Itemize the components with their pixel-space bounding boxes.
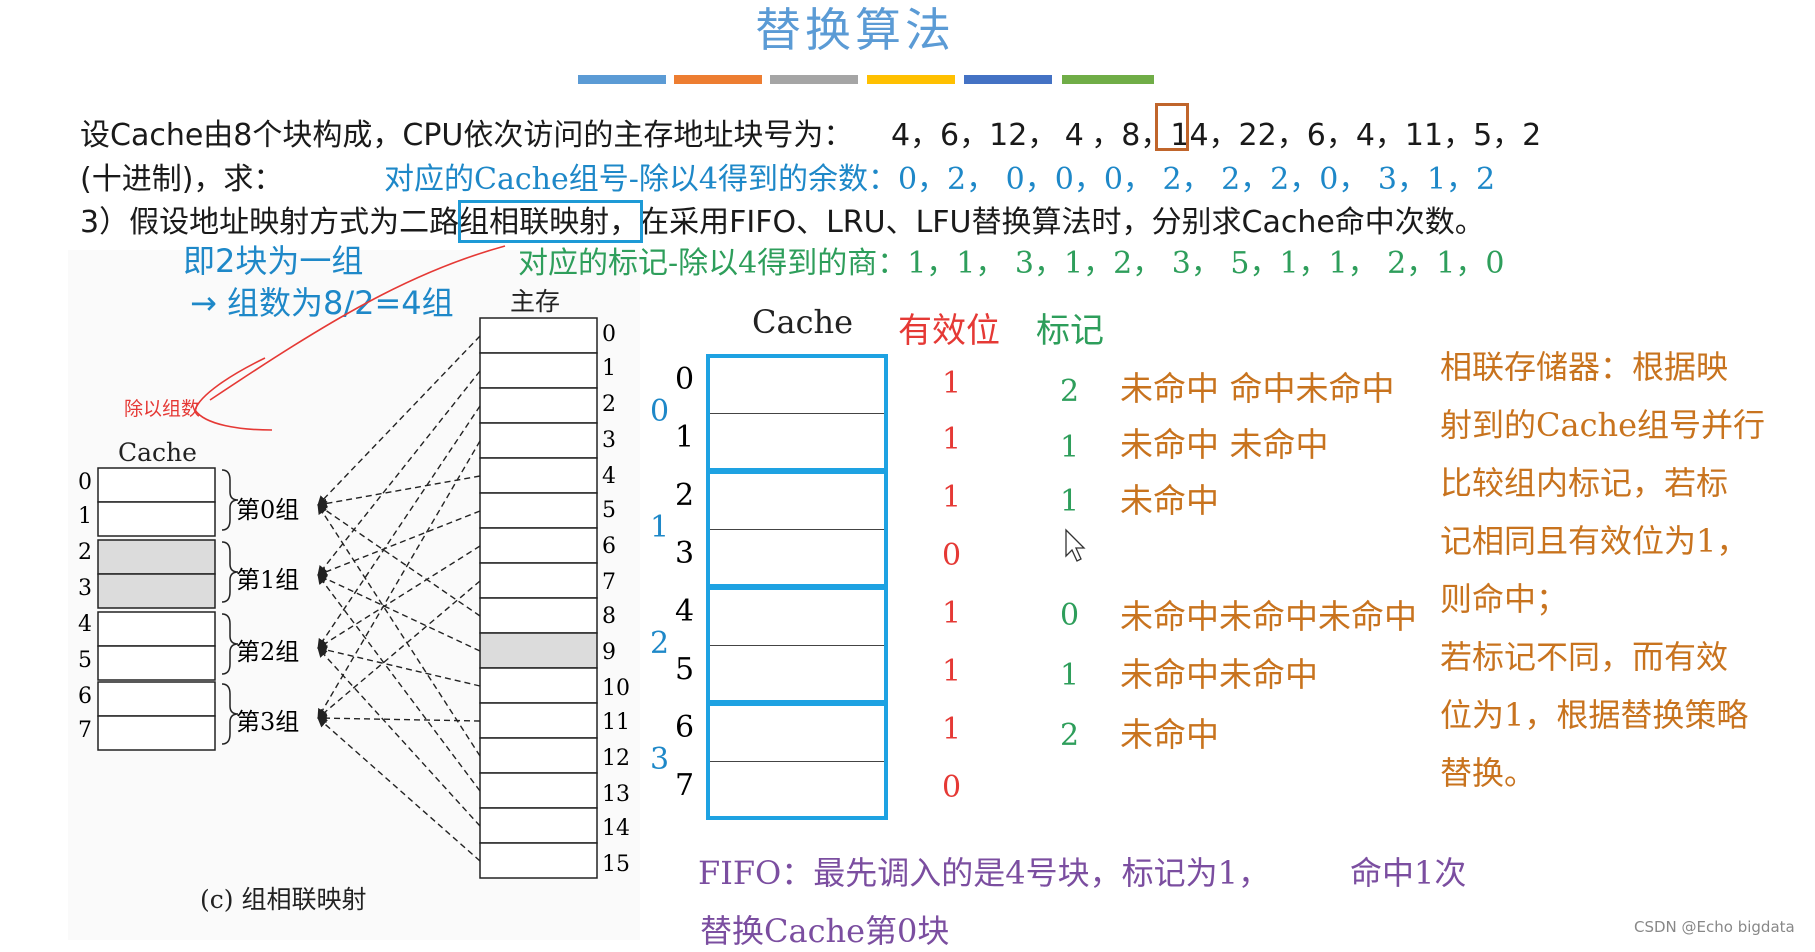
cache-row-number: 7 [78,718,92,743]
explanation-line: 射到的Cache组号并行 [1440,406,1766,444]
memory-row-number: 4 [602,464,616,489]
explanation-line: 替换。 [1440,754,1537,792]
cache-row-number: 1 [78,504,92,529]
valid-bit: 1 [942,596,962,631]
cache-row-number: 1 [675,420,695,455]
memory-row-number: 6 [602,534,616,559]
valid-bit: 0 [942,538,962,573]
cache-row-number: 3 [675,536,695,571]
memory-row-number: 15 [602,852,630,877]
cache-group-number: 2 [650,626,670,661]
memory-row-number: 14 [602,816,630,841]
group-label: 第1组 [236,566,300,594]
fifo-note-line-1: FIFO：最先调入的是4号块，标记为1， [698,854,1271,892]
hit-status: 未命中 [1120,715,1219,754]
explanation-line: 比较组内标记，若标 [1440,464,1729,502]
cache-row-number: 4 [675,594,695,629]
tag-header: 标记 [1036,311,1104,351]
fifo-hit-count: 命中1次 [1350,854,1467,892]
cache-row-number: 6 [675,710,695,745]
cache-row-number: 3 [78,576,92,601]
tag-value: 1 [1060,484,1080,519]
figure-caption: (c) 组相联映射 [200,885,367,914]
mapping-arrows [317,335,481,862]
main-memory-label: 主存 [510,287,561,316]
tag-value: 1 [1060,430,1080,465]
cache-row-number: 0 [675,362,695,397]
group-label: 第2组 [236,638,300,666]
valid-bit: 0 [942,770,962,805]
left-cache-blocks [97,467,216,751]
cache-group-1-box [706,470,888,588]
red-curve-stroke [194,357,273,431]
cache-group-3-box [706,702,888,820]
memory-row-number: 8 [602,604,616,629]
valid-bit-header: 有效位 [898,311,1000,351]
explanation-line: 则命中； [1440,580,1569,618]
right-cache-header: Cache [752,303,854,341]
tag-value: 1 [1060,658,1080,693]
mouse-cursor-icon [1065,528,1086,562]
cache-group-number: 3 [650,742,670,777]
cache-group-2-box [706,586,888,704]
hit-status: 未命中 [1120,481,1219,520]
fifo-note-line-2: 替换Cache第0块 [700,912,950,950]
cache-row-number: 6 [78,684,92,709]
memory-row-number: 10 [602,676,630,701]
main-memory-blocks [479,317,598,879]
group-label: 第0组 [236,496,300,524]
valid-bit: 1 [942,422,962,457]
cache-group-number: 1 [650,510,670,545]
hit-status: 未命中 未命中 [1120,425,1329,464]
memory-row-number: 2 [602,392,616,417]
cache-group-number: 0 [650,394,670,429]
red-arrow-stroke [209,245,506,401]
memory-row-number: 12 [602,746,630,771]
memory-row-number: 1 [602,356,616,381]
cache-row-number: 5 [675,652,695,687]
memory-row-number: 3 [602,428,616,453]
cache-group-0-box [706,354,888,472]
cache-row-number: 5 [78,648,92,673]
watermark: CSDN @Echo bigdata [1634,918,1795,936]
cache-row-number: 7 [675,768,695,803]
memory-row-number: 5 [602,498,616,523]
explanation-line: 若标记不同，而有效 [1440,638,1729,676]
cache-row-number: 2 [78,540,92,565]
hit-status: 未命中未命中 [1120,655,1318,694]
left-cache-label: Cache [118,438,197,467]
tag-value: 0 [1060,598,1080,633]
valid-bit: 1 [942,366,962,401]
hit-status: 未命中未命中未命中 [1120,597,1417,636]
group-label: 第3组 [236,708,300,736]
memory-row-number: 7 [602,570,616,595]
cache-row-number: 0 [78,470,92,495]
memory-row-number: 13 [602,782,630,807]
valid-bit: 1 [942,480,962,515]
explanation-line: 位为1，根据替换策略 [1440,696,1749,734]
explanation-line: 相联存储器：根据映 [1440,348,1729,386]
cache-row-number: 2 [675,478,695,513]
memory-row-number: 11 [602,710,630,735]
memory-row-number: 9 [602,640,616,665]
tag-value: 2 [1060,718,1080,753]
hit-status: 未命中 命中未命中 [1120,369,1395,408]
tag-value: 2 [1060,374,1080,409]
memory-row-number: 0 [602,322,616,347]
valid-bit: 1 [942,654,962,689]
explanation-line: 记相同且有效位为1， [1440,522,1749,560]
cache-row-number: 4 [78,612,92,637]
valid-bit: 1 [942,712,962,747]
